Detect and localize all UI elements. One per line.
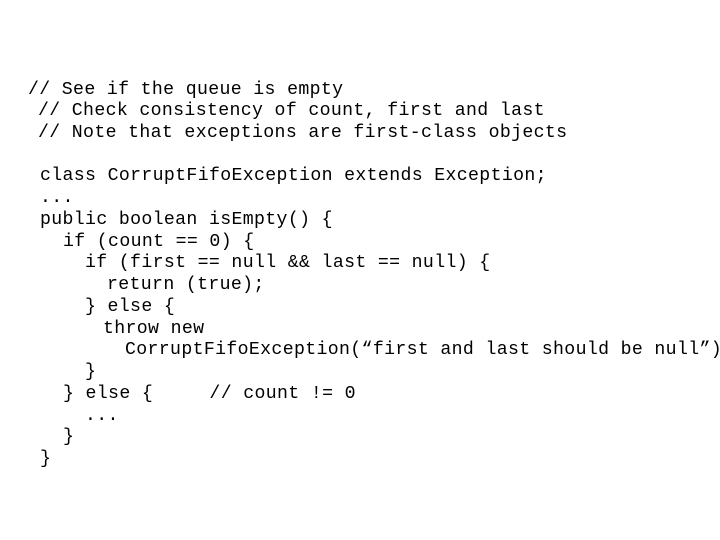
code-line: }: [63, 427, 75, 447]
code-line: // Note that exceptions are first-class …: [38, 123, 568, 143]
code-line: }: [85, 362, 97, 382]
code-line: // Check consistency of count, first and…: [38, 101, 545, 121]
code-line: throw new: [103, 319, 205, 339]
code-line: if (first == null && last == null) {: [85, 253, 491, 273]
slide-canvas: // See if the queue is empty// Check con…: [0, 0, 720, 540]
code-line: } else { // count != 0: [63, 384, 356, 404]
code-line: public boolean isEmpty() {: [40, 210, 333, 230]
code-line: class CorruptFifoException extends Excep…: [40, 166, 547, 186]
code-line: ...: [40, 188, 74, 208]
code-line: if (count == 0) {: [63, 232, 255, 252]
code-line: ...: [85, 406, 119, 426]
code-line: CorruptFifoException(“first and last sho…: [125, 340, 720, 360]
code-line: // See if the queue is empty: [28, 80, 344, 100]
code-line: }: [40, 449, 52, 469]
code-line: return (true);: [107, 275, 265, 295]
code-line: } else {: [85, 297, 176, 317]
